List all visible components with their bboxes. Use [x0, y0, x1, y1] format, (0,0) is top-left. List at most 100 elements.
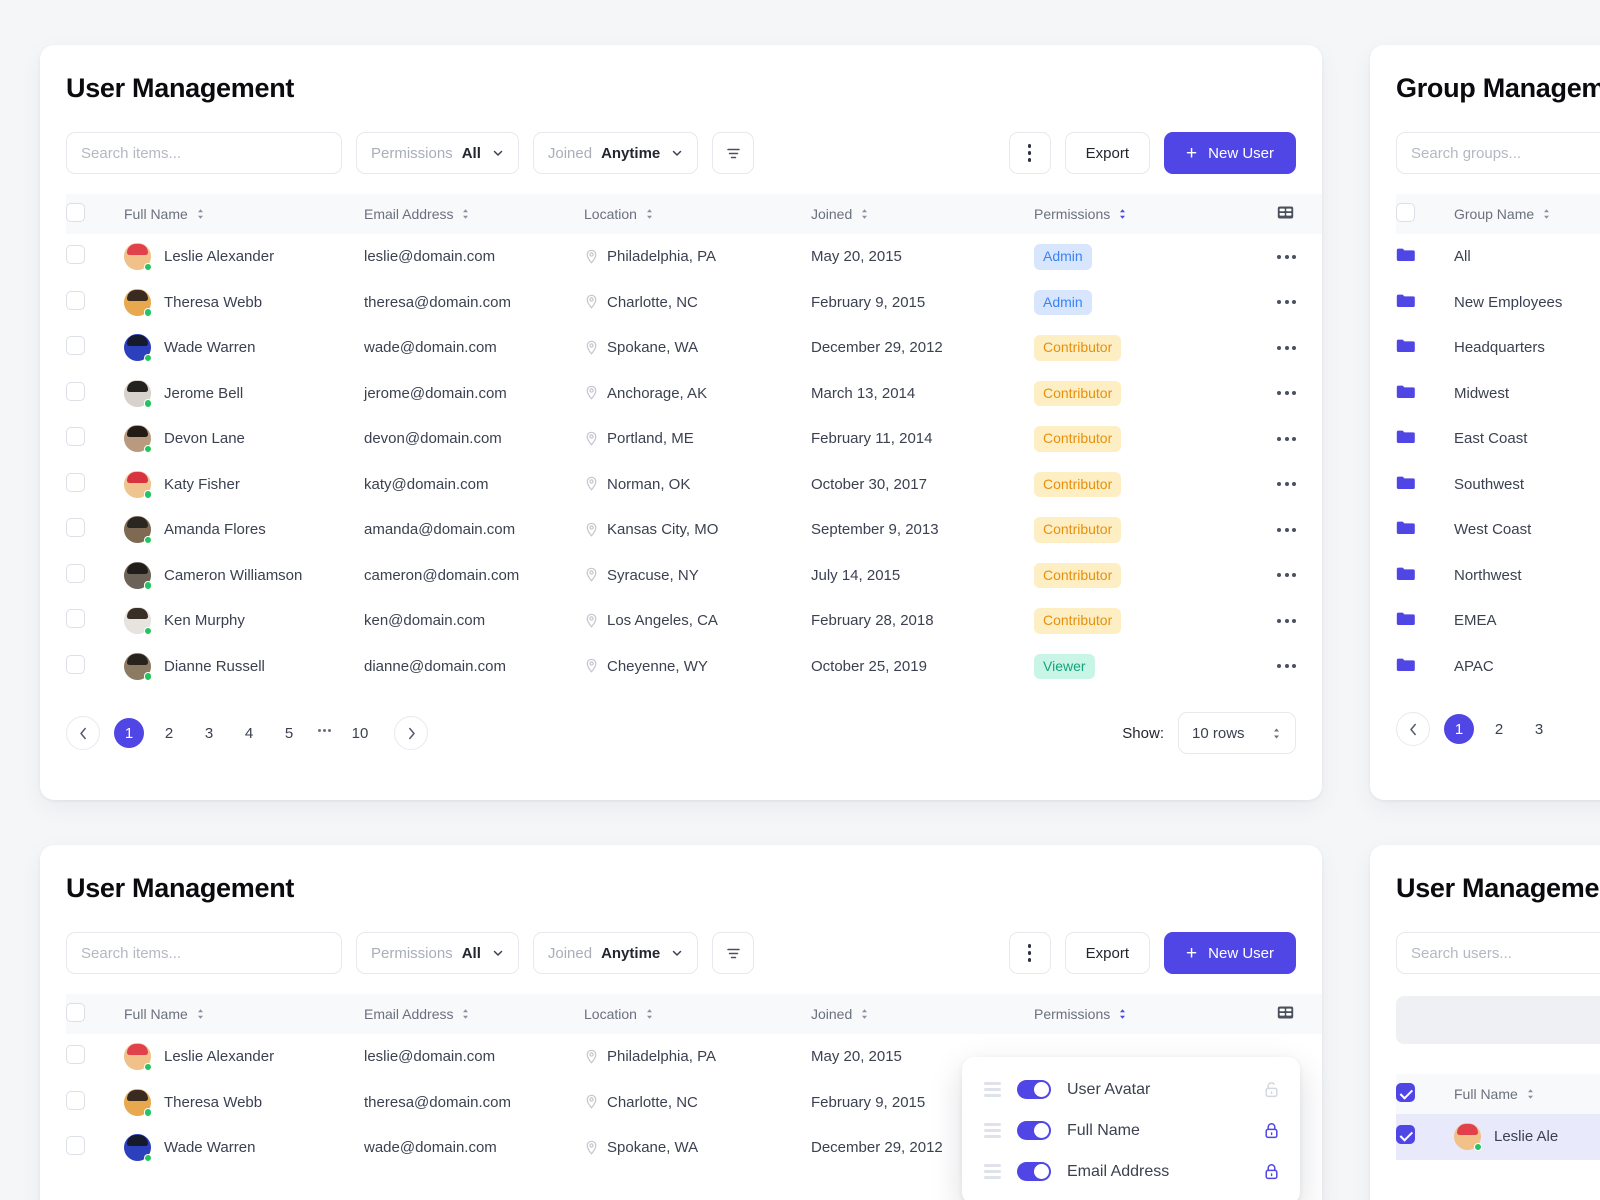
column-header-location[interactable]: Location	[584, 194, 811, 234]
filter-button[interactable]	[712, 932, 755, 974]
row-select-cell[interactable]	[66, 234, 124, 280]
cell-row-actions[interactable]	[1277, 280, 1322, 326]
row-select-cell[interactable]	[1396, 1114, 1454, 1160]
lock-icon[interactable]	[1263, 1163, 1280, 1181]
pagination-prev-button[interactable]	[66, 716, 100, 750]
row-checkbox[interactable]	[1396, 1125, 1415, 1145]
column-header-location[interactable]: Location	[584, 994, 811, 1034]
table-row[interactable]: Theresa Webb theresa@domain.com Charlotte,…	[66, 280, 1322, 326]
select-all-checkbox[interactable]	[1396, 203, 1415, 222]
row-checkbox[interactable]	[66, 563, 85, 583]
select-all-checkbox[interactable]	[66, 1003, 85, 1022]
row-actions-icon[interactable]	[1277, 573, 1322, 578]
table-row[interactable]: Midwest	[1396, 371, 1600, 417]
table-row[interactable]: Jerome Bell jerome@domain.com Anchorage, A…	[66, 371, 1322, 417]
row-checkbox[interactable]	[66, 518, 85, 538]
column-header-joined[interactable]: Joined	[811, 194, 1034, 234]
pagination-page-1[interactable]: 1	[114, 718, 144, 748]
select-all-header[interactable]	[66, 194, 124, 234]
row-actions-icon[interactable]	[1277, 391, 1322, 396]
column-header-joined[interactable]: Joined	[811, 994, 1034, 1034]
column-settings-header[interactable]	[1277, 194, 1322, 234]
row-select-cell[interactable]	[66, 1034, 124, 1080]
table-row[interactable]: East Coast	[1396, 416, 1600, 462]
table-row[interactable]: APAC	[1396, 644, 1600, 690]
cell-row-actions[interactable]	[1277, 325, 1322, 371]
table-row[interactable]: All	[1396, 234, 1600, 280]
column-settings-popup[interactable]: User Avatar Full Name Email Address	[962, 1057, 1300, 1200]
pagination-page-1[interactable]: 1	[1444, 714, 1474, 744]
export-button[interactable]: Export	[1064, 132, 1151, 174]
drag-handle-icon[interactable]	[984, 1123, 1001, 1138]
table-row[interactable]: West Coast	[1396, 507, 1600, 553]
row-select-cell[interactable]	[66, 325, 124, 371]
column-toggle-row[interactable]: Full Name	[962, 1110, 1300, 1151]
table-row[interactable]: Southwest	[1396, 462, 1600, 508]
column-toggle-row[interactable]: Email Address	[962, 1151, 1300, 1192]
select-all-checkbox[interactable]	[1396, 1083, 1415, 1102]
row-checkbox[interactable]	[66, 1136, 85, 1156]
cell-row-actions[interactable]	[1277, 598, 1322, 644]
row-actions-icon[interactable]	[1277, 618, 1322, 623]
cell-row-actions[interactable]	[1277, 553, 1322, 599]
row-actions-icon[interactable]	[1277, 664, 1322, 669]
export-button[interactable]: Export	[1064, 932, 1151, 974]
column-header-email[interactable]: Email Address	[364, 194, 584, 234]
row-actions-icon[interactable]	[1277, 300, 1322, 305]
row-select-cell[interactable]	[66, 644, 124, 690]
row-actions-icon[interactable]	[1277, 482, 1322, 487]
column-visibility-toggle[interactable]	[1017, 1121, 1051, 1140]
pagination-page-3[interactable]: 3	[194, 718, 224, 748]
table-row[interactable]: Wade Warren wade@domain.com Spokane, WA Dec…	[66, 325, 1322, 371]
column-header-full-name[interactable]: Full Name	[124, 194, 364, 234]
filter-button[interactable]	[712, 132, 755, 174]
column-toggle-row[interactable]: User Avatar	[962, 1069, 1300, 1110]
cell-row-actions[interactable]	[1277, 507, 1322, 553]
cell-row-actions[interactable]	[1277, 462, 1322, 508]
cell-row-actions[interactable]	[1277, 416, 1322, 462]
column-visibility-toggle[interactable]	[1017, 1080, 1051, 1099]
row-checkbox[interactable]	[66, 1045, 85, 1065]
table-row[interactable]: Leslie Alexander leslie@domain.com Philade…	[66, 234, 1322, 280]
row-select-cell[interactable]	[66, 462, 124, 508]
group-search-input[interactable]: Search groups...	[1396, 132, 1600, 174]
row-checkbox[interactable]	[66, 1090, 85, 1110]
table-row[interactable]: Amanda Flores amanda@domain.com Kansas Cit…	[66, 507, 1322, 553]
pagination-page-5[interactable]: 5	[274, 718, 304, 748]
select-all-header[interactable]	[1396, 194, 1454, 234]
search-input[interactable]: Search users...	[1396, 932, 1600, 974]
row-checkbox[interactable]	[66, 336, 85, 356]
pagination-page-10[interactable]: 10	[345, 718, 375, 748]
table-row[interactable]: EMEA	[1396, 598, 1600, 644]
joined-filter[interactable]: Joined Anytime	[532, 132, 699, 174]
cell-row-actions[interactable]	[1277, 371, 1322, 417]
search-input[interactable]: Search items...	[66, 132, 342, 174]
table-row[interactable]: New Employees	[1396, 280, 1600, 326]
row-actions-icon[interactable]	[1277, 436, 1322, 441]
row-checkbox[interactable]	[66, 654, 85, 674]
table-row[interactable]: Northwest	[1396, 553, 1600, 599]
table-row[interactable]: Katy Fisher katy@domain.com Norman, OK Octo…	[66, 462, 1322, 508]
row-actions-icon[interactable]	[1277, 254, 1322, 259]
row-select-cell[interactable]	[66, 416, 124, 462]
row-checkbox[interactable]	[66, 427, 85, 447]
table-row[interactable]: Devon Lane devon@domain.com Portland, ME Fe…	[66, 416, 1322, 462]
pagination-page-3[interactable]: 3	[1524, 714, 1554, 744]
row-actions-icon[interactable]	[1277, 527, 1322, 532]
table-row[interactable]: Cameron Williamson cameron@domain.com Syra…	[66, 553, 1322, 599]
unlock-icon[interactable]	[1263, 1081, 1280, 1099]
row-checkbox[interactable]	[66, 290, 85, 310]
row-select-cell[interactable]	[66, 553, 124, 599]
column-header-group-name[interactable]: Group Name	[1454, 194, 1600, 234]
row-select-cell[interactable]	[66, 1080, 124, 1126]
row-select-cell[interactable]	[66, 371, 124, 417]
joined-filter[interactable]: Joined Anytime	[532, 932, 699, 974]
column-header-full-name[interactable]: Full Name	[124, 994, 364, 1034]
new-user-button[interactable]: + New User	[1164, 132, 1296, 174]
pagination-page-2[interactable]: 2	[1484, 714, 1514, 744]
cell-row-actions[interactable]	[1277, 234, 1322, 280]
column-header-full-name[interactable]: Full Name	[1454, 1074, 1600, 1114]
row-checkbox[interactable]	[66, 472, 85, 492]
pagination-page-4[interactable]: 4	[234, 718, 264, 748]
search-input[interactable]: Search items...	[66, 932, 342, 974]
